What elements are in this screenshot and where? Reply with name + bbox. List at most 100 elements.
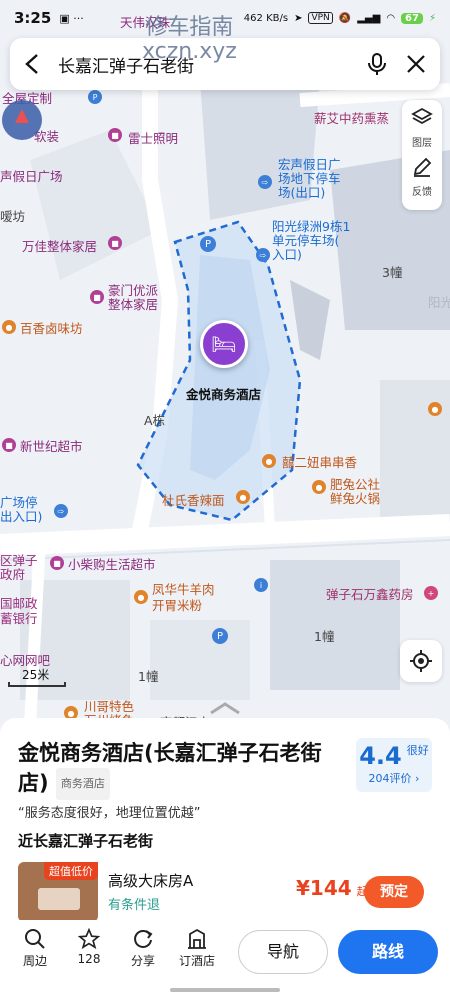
place-title: 金悦商务酒店(长嘉汇弹子石老街店) 商务酒店 [18, 738, 348, 800]
search-icon [8, 928, 62, 952]
poi-label[interactable]: 宏声假日广 场地下停车 场(出口) [278, 158, 341, 200]
home-indicator[interactable] [170, 988, 280, 992]
location-icon: ➤ [294, 12, 303, 24]
pharmacy-icon: + [424, 586, 438, 600]
scale-label: 25米 [22, 668, 50, 682]
nearby-button[interactable]: 周边 [8, 928, 62, 969]
watermark-line1: 修车指南 [145, 15, 234, 40]
parking-entrance-icon: ⇨ [54, 504, 68, 518]
poi-label[interactable]: 肥兔公社 鲜兔火锅 [330, 478, 380, 506]
map-view[interactable]: 天伟汉珠 全屋定制 软装 P ■ 雷士照明 薪艾中药熏蒸 声假日广场 ⇨ 宏声假… [0, 0, 450, 725]
poi-label[interactable]: 小柴购生活超市 [68, 554, 156, 573]
shop-icon: ■ [50, 556, 64, 570]
route-button[interactable]: 路线 [338, 930, 438, 974]
poi-label[interactable]: 雷士照明 [128, 128, 178, 147]
food-icon: ● [2, 320, 16, 334]
book-hotel-button[interactable]: 订酒店 [170, 928, 224, 969]
parking-icon: P [200, 236, 216, 252]
navigate-button[interactable]: 导航 [238, 930, 328, 974]
chevron-up-icon[interactable] [205, 700, 245, 715]
parking-entrance-icon: ⇨ [258, 175, 272, 189]
vpn-icon: VPN [308, 12, 333, 24]
poi-label[interactable]: 广场停 出入口) [0, 496, 42, 524]
mute-icon: 🔕 [338, 12, 352, 24]
feedback-label: 反馈 [412, 187, 432, 198]
status-right: 462 KB/s ➤ VPN 🔕 ▂▄▆ ◠ 67 ⚡ [244, 12, 436, 24]
rating-word: 很好 [406, 744, 429, 757]
favorite-button[interactable]: 128 [62, 927, 116, 966]
rating-score: 4.4 [359, 742, 402, 770]
food-icon: ● [312, 480, 326, 494]
net-speed: 462 KB/s [243, 12, 289, 24]
feedback-button[interactable]: 反馈 [402, 149, 442, 198]
poi-label[interactable]: 百香卤味坊 [20, 318, 83, 337]
compass-icon[interactable] [2, 100, 42, 140]
battery-icon: 67 [401, 12, 423, 24]
room-price: ¥144 起 [296, 876, 368, 900]
shop-icon: ■ [108, 128, 122, 142]
review-count: 204评价 [368, 772, 412, 785]
poi-label[interactable]: 阳光绿洲9栋1 单元停车场( 入口) [272, 220, 350, 262]
pencil-icon [413, 157, 432, 177]
road-label: 嗳坊 [0, 209, 26, 224]
cancel-policy: 有条件退 [108, 898, 161, 913]
locate-button[interactable] [400, 640, 442, 682]
share-button[interactable]: 分享 [116, 928, 170, 969]
price-value: ¥144 [296, 876, 352, 900]
food-icon: ● [134, 590, 148, 604]
building-label: 1幢 [138, 669, 159, 684]
room-card[interactable]: 超值低价 高级大床房A 有条件退 ¥144 起 预定 [18, 862, 432, 922]
microphone-icon[interactable] [366, 52, 388, 76]
layers-label: 图层 [412, 138, 432, 149]
poi-label[interactable]: 薪艾中药熏蒸 [314, 108, 389, 127]
room-name: 高级大床房A [108, 872, 194, 890]
poi-label[interactable]: 区弹子 政府 [0, 554, 38, 582]
poi-label[interactable]: 囍二妞串串香 [282, 452, 357, 471]
food-icon: ● [236, 490, 250, 504]
parking-icon: P [212, 628, 228, 644]
hotel-icon [170, 928, 224, 952]
place-type-tag: 商务酒店 [55, 768, 110, 800]
food-icon: ● [262, 454, 276, 468]
back-icon[interactable] [24, 53, 40, 75]
near-location: 近长嘉汇弹子石老街 [18, 832, 154, 850]
poi-label[interactable]: 声假日广场 [0, 166, 63, 185]
poi-label[interactable]: 凤华牛羊肉 开胃米粉 [152, 582, 215, 614]
poi-label[interactable]: 杜氏香辣面 [162, 490, 225, 509]
poi-label[interactable]: 万佳整体家居 [22, 236, 97, 255]
share-icon [116, 928, 170, 952]
info-icon: i [254, 578, 268, 592]
parking-entrance-icon: ⇨ [256, 248, 270, 262]
favorite-count: 128 [77, 952, 101, 966]
poi-label[interactable]: 国邮政 蓄银行 [0, 596, 38, 626]
review-quote: “服务态度很好，地理位置优越” [18, 806, 201, 821]
locate-icon [410, 650, 432, 672]
shop-icon: ■ [90, 290, 104, 304]
hotel-marker-label[interactable]: 金悦商务酒店 [186, 384, 261, 403]
layers-button[interactable]: 图层 [402, 100, 442, 149]
scale-bar [8, 682, 66, 687]
building-label: 1幢 [314, 629, 335, 644]
watermark-line2: xczn.xyz [142, 39, 237, 64]
poi-label[interactable]: 豪门优派 整体家居 [108, 284, 158, 312]
map-tools-panel: 图层 反馈 [402, 100, 442, 210]
poi-label[interactable]: 新世纪超市 [20, 436, 83, 455]
status-time: 3:25 [14, 9, 52, 27]
building-label: A栋 [144, 413, 166, 428]
book-button[interactable]: 预定 [364, 876, 424, 908]
building-label: 3幢 [382, 265, 403, 280]
hotel-marker-icon[interactable]: 🛏 [200, 320, 248, 368]
deal-badge: 超值低价 [44, 862, 98, 880]
status-app-icons: ▣ ··· [59, 11, 84, 25]
shop-icon: ■ [108, 236, 122, 250]
layers-icon [411, 107, 433, 125]
rating-box[interactable]: 4.4 很好 204评价 › [356, 738, 432, 792]
poi-label[interactable]: 弹子石万鑫药房 [326, 584, 414, 603]
charging-icon: ⚡ [428, 12, 436, 24]
nearby-label: 周边 [22, 954, 47, 968]
close-icon[interactable] [406, 54, 426, 74]
share-label: 分享 [130, 954, 155, 968]
building-label: 阳光 [428, 295, 450, 310]
star-icon [62, 927, 116, 952]
wifi-icon: ◠ [386, 12, 396, 24]
